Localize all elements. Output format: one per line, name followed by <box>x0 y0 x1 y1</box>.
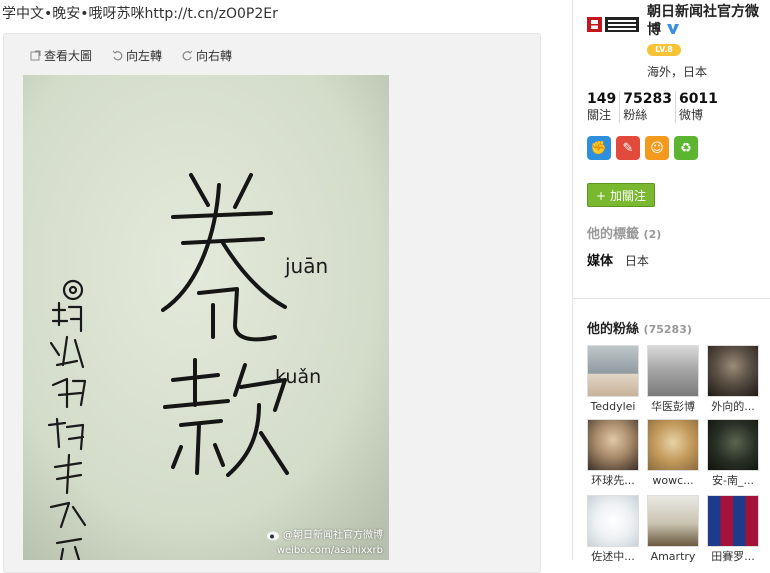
rotate-left-icon <box>112 50 123 61</box>
tags-count: (2) <box>643 228 662 241</box>
view-large-label: 查看大圖 <box>44 49 93 63</box>
fan-item[interactable]: Teddylei <box>587 345 639 414</box>
fan-item[interactable]: 田賽罗... <box>707 495 759 564</box>
verified-icon <box>666 24 679 34</box>
watermark-account: @朝日新闻社官方微博 <box>283 530 383 541</box>
stat-posts-value: 6011 <box>678 91 718 107</box>
fan-name[interactable]: 华医彭博 <box>647 399 699 414</box>
stat-fans-value: 75283 <box>623 91 672 107</box>
follow-button[interactable]: + 加關注 <box>587 183 655 207</box>
avatar-man-shirt[interactable] <box>647 345 699 397</box>
avatar-historical-portrait[interactable] <box>587 419 639 471</box>
fan-item[interactable]: 佐述中... <box>587 495 639 564</box>
stat-fans[interactable]: 75283 粉絲 <box>619 91 675 123</box>
rotate-left-button[interactable]: 向左轉 <box>112 47 162 64</box>
profile-location: 海外，日本 <box>647 65 708 79</box>
pen-app-icon[interactable]: ✎ <box>616 136 640 160</box>
pinyin-juan: juān <box>284 254 328 278</box>
image-watermark: @朝日新闻社官方微博 weibo.com/asahixxrb <box>266 528 383 558</box>
stat-following-label: 關注 <box>587 108 612 122</box>
rotate-right-label: 向右轉 <box>196 49 233 63</box>
rotate-left-label: 向左轉 <box>126 49 163 63</box>
fan-name[interactable]: 环球先... <box>587 473 639 488</box>
fan-item[interactable]: 华医彭博 <box>647 345 699 414</box>
weibo-eye-icon <box>267 531 279 541</box>
fan-name[interactable]: 安-南_... <box>707 473 759 488</box>
view-large-button[interactable]: 查看大圖 <box>30 47 92 64</box>
profile-stats: 149 關注 75283 粉絲 6011 微博 <box>587 91 721 123</box>
fan-item[interactable]: 安-南_... <box>707 419 759 488</box>
avatar-figurine[interactable] <box>647 495 699 547</box>
fan-item[interactable]: 环球先... <box>587 419 639 488</box>
rotate-right-icon <box>182 50 193 61</box>
app-icons: ✊ ✎ ☺ ♻ <box>587 136 698 160</box>
recycle-app-icon[interactable]: ♻ <box>674 136 698 160</box>
rotate-right-button[interactable]: 向右轉 <box>182 47 232 64</box>
fan-name[interactable]: 田賽罗... <box>707 549 759 564</box>
expand-icon <box>30 50 41 61</box>
avatar-white-cat[interactable] <box>587 495 639 547</box>
post-text: 学中文•晚安•哦呀苏咪http://t.cn/zO0P2Er <box>2 6 278 22</box>
asahi-logo-icon[interactable] <box>587 14 639 38</box>
fan-item[interactable]: Amartry <box>647 495 699 564</box>
stat-posts[interactable]: 6011 微博 <box>674 91 721 123</box>
image-toolbar: 查看大圖 向左轉 向右轉 <box>30 47 232 64</box>
tags-heading: 他的標籤 (2) <box>587 227 662 242</box>
stat-fans-label: 粉絲 <box>623 108 648 122</box>
profile-name[interactable]: 朝日新闻社官方微博 <box>647 3 767 39</box>
follow-label: 加關注 <box>609 189 646 203</box>
avatar-dark-face[interactable] <box>707 419 759 471</box>
fan-name[interactable]: Teddylei <box>587 399 639 414</box>
tag-item: 媒体 日本 <box>587 250 649 269</box>
fans-heading[interactable]: 他的粉絲 (75283) <box>587 318 692 337</box>
avatar-man-dark[interactable] <box>707 345 759 397</box>
plus-icon: + <box>596 189 607 203</box>
level-badge[interactable]: LV.8 <box>647 44 681 56</box>
fans-count: (75283) <box>643 323 692 336</box>
post-image[interactable]: juān kuǎn @朝日新闻社官方微博 weibo.com/asahixxrb <box>23 75 389 560</box>
handwriting-drawing: juān kuǎn <box>23 75 389 560</box>
fan-item[interactable]: wowc... <box>647 419 699 488</box>
tag-media[interactable]: 媒体 <box>587 254 613 269</box>
pinyin-kuan: kuǎn <box>275 366 321 388</box>
smile-app-icon[interactable]: ☺ <box>645 136 669 160</box>
avatar-club-crest[interactable] <box>707 495 759 547</box>
fan-name[interactable]: 佐述中... <box>587 549 639 564</box>
weibo-app-icon[interactable]: ✊ <box>587 136 611 160</box>
fan-item[interactable]: 外向的... <box>707 345 759 414</box>
avatar-lion[interactable] <box>647 419 699 471</box>
stat-following[interactable]: 149 關注 <box>587 91 619 123</box>
stat-posts-label: 微博 <box>678 108 703 122</box>
fan-name[interactable]: 外向的... <box>707 399 759 414</box>
avatar-young-man[interactable] <box>587 345 639 397</box>
tag-japan[interactable]: 日本 <box>625 254 649 268</box>
fan-name[interactable]: wowc... <box>647 473 699 488</box>
sidebar-divider <box>573 298 770 299</box>
stat-following-value: 149 <box>587 91 617 107</box>
fan-name[interactable]: Amartry <box>647 549 699 564</box>
watermark-url: weibo.com/asahixxrb <box>276 545 383 556</box>
